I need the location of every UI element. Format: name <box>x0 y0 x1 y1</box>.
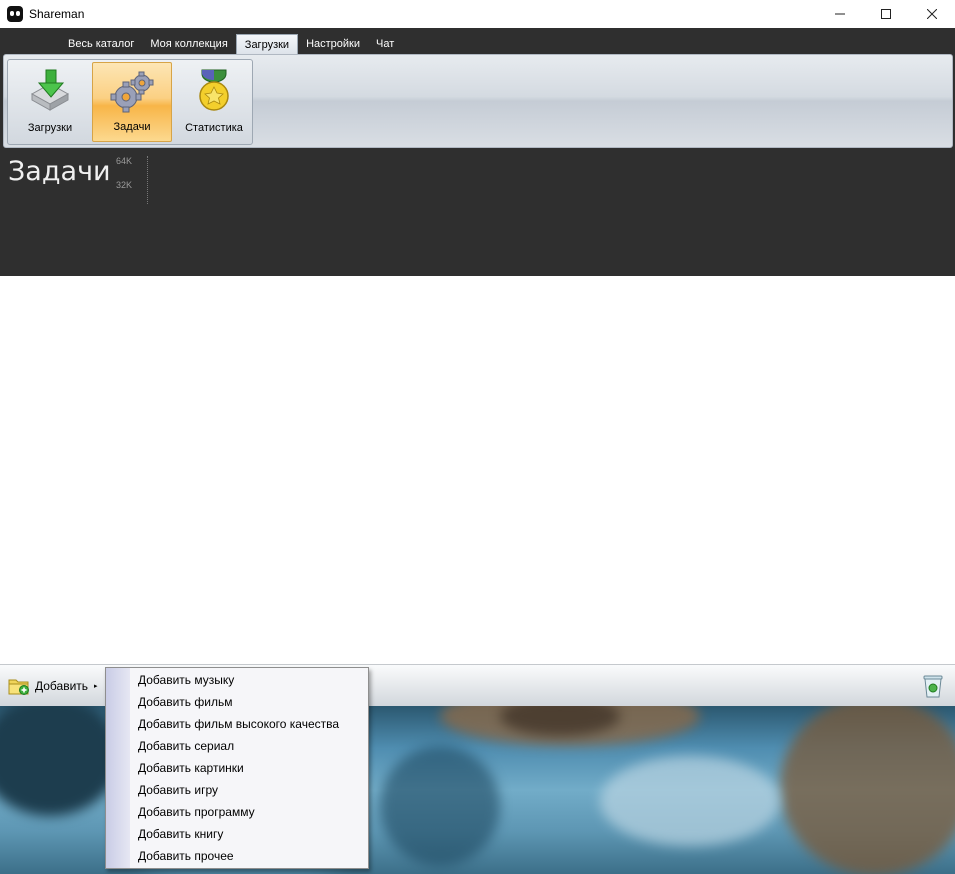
scale-label-top: 64K <box>116 156 133 166</box>
scale-divider <box>147 156 148 204</box>
menu-item-add-game[interactable]: Добавить игру <box>130 779 368 801</box>
menu-gutter <box>106 668 130 868</box>
add-folder-icon <box>8 679 29 695</box>
menu-settings[interactable]: Настройки <box>298 34 368 54</box>
menu-catalog[interactable]: Весь каталог <box>60 34 142 54</box>
ribbon-statistics-button[interactable]: Статистика <box>174 62 254 142</box>
window-title: Shareman <box>29 7 85 21</box>
main-header: Весь каталог Моя коллекция Загрузки Наст… <box>0 28 955 276</box>
menu-item-add-music[interactable]: Добавить музыку <box>130 669 368 691</box>
title-bar: Shareman <box>0 0 955 28</box>
menu-item-add-pictures[interactable]: Добавить картинки <box>130 757 368 779</box>
app-icon <box>7 6 23 22</box>
menu-item-add-movie[interactable]: Добавить фильм <box>130 691 368 713</box>
menu-item-add-program[interactable]: Добавить программу <box>130 801 368 823</box>
window-controls <box>817 0 955 28</box>
menu-collection[interactable]: Моя коллекция <box>142 34 235 54</box>
ribbon-panel: Загрузки Задачи Статистика <box>3 54 953 148</box>
menu-chat[interactable]: Чат <box>368 34 402 54</box>
menu-downloads[interactable]: Загрузки <box>235 34 299 54</box>
menu-item-add-book[interactable]: Добавить книгу <box>130 823 368 845</box>
submenu-arrow-icon: ▸ <box>94 683 98 690</box>
maximize-button[interactable] <box>863 0 909 28</box>
ribbon-tasks-label: Задачи <box>113 121 151 133</box>
close-button[interactable] <box>909 0 955 28</box>
close-icon <box>927 9 937 19</box>
scale-label-bottom: 32K <box>116 180 133 190</box>
ribbon-group: Загрузки Задачи Статистика <box>7 59 253 145</box>
minimize-icon <box>835 13 845 15</box>
ribbon-statistics-label: Статистика <box>185 122 243 134</box>
download-icon <box>30 69 70 111</box>
recycle-bin-icon[interactable] <box>921 673 945 699</box>
page-title: Задачи <box>8 156 111 187</box>
ribbon-tasks-button[interactable]: Задачи <box>92 62 172 142</box>
main-menu: Весь каталог Моя коллекция Загрузки Наст… <box>0 34 402 54</box>
gears-icon <box>110 71 154 113</box>
menu-item-add-other[interactable]: Добавить прочее <box>130 845 368 867</box>
minimize-button[interactable] <box>817 0 863 28</box>
menu-item-add-hd-movie[interactable]: Добавить фильм высокого качества <box>130 713 368 735</box>
medal-icon <box>199 69 229 111</box>
add-button-label: Добавить <box>35 679 89 693</box>
ribbon-downloads-button[interactable]: Загрузки <box>10 62 90 142</box>
add-dropdown-menu: Добавить музыку Добавить фильм Добавить … <box>105 667 369 869</box>
ribbon-downloads-label: Загрузки <box>27 122 73 134</box>
add-button[interactable]: Добавить ▸ <box>8 675 98 697</box>
maximize-icon <box>881 9 891 19</box>
menu-item-add-series[interactable]: Добавить сериал <box>130 735 368 757</box>
